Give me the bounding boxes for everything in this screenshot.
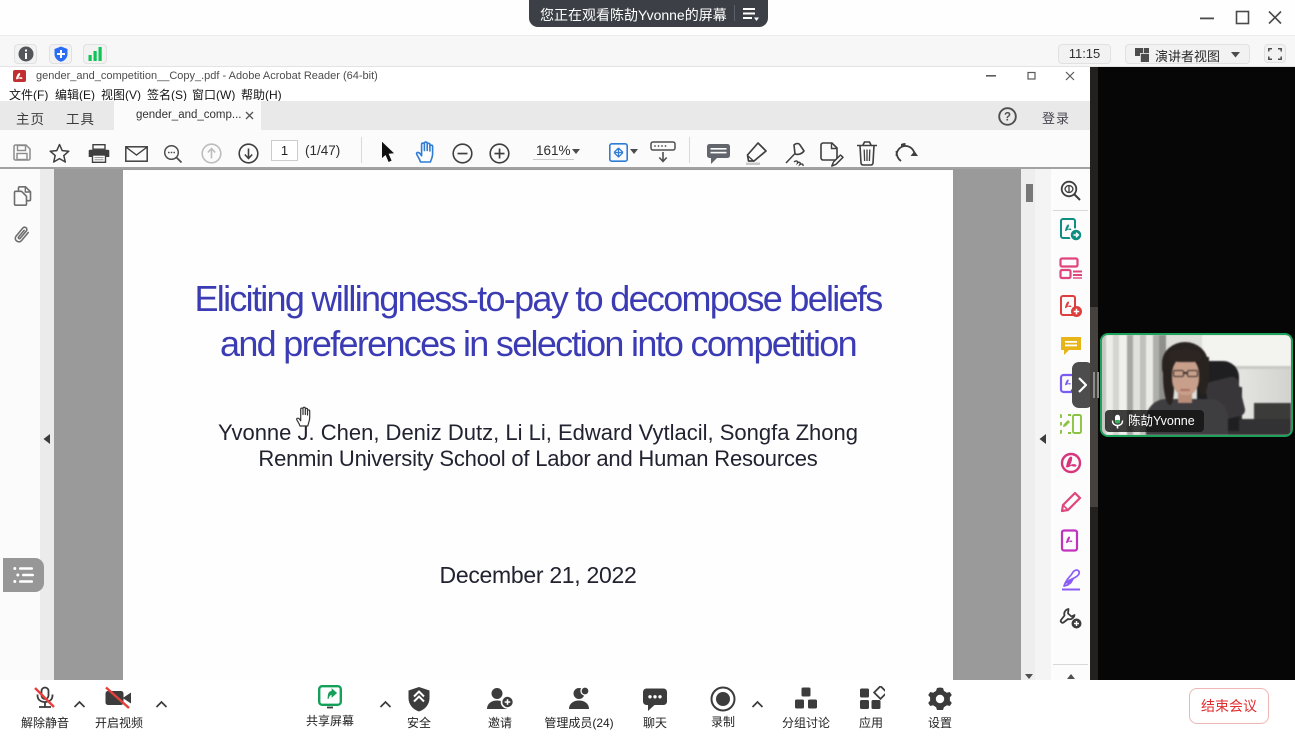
svg-text:?: ? <box>1004 112 1011 124</box>
